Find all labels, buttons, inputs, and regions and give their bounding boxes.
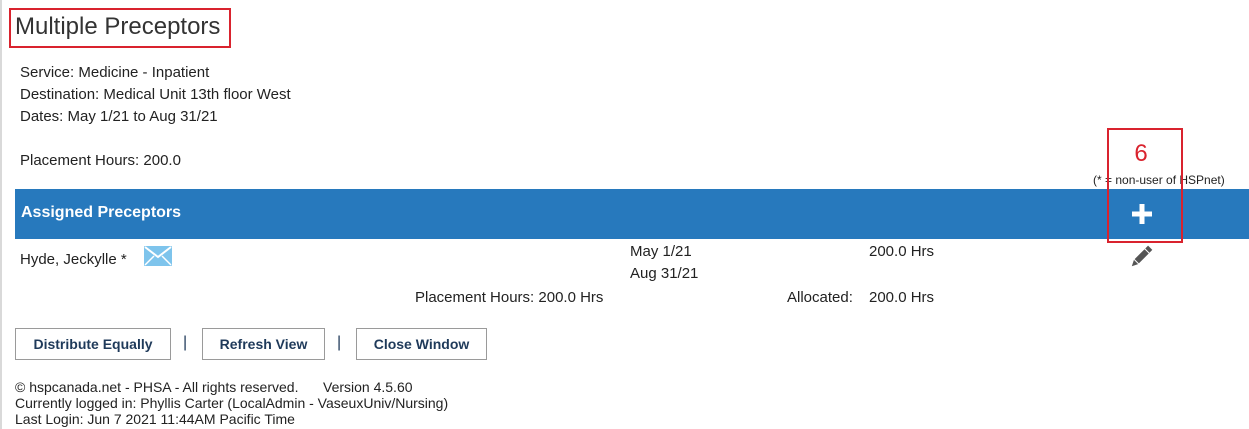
allocated-label: Allocated:	[787, 289, 853, 306]
title-highlight-box	[9, 8, 231, 48]
button-separator: |	[183, 334, 188, 351]
total-placement-hours: Placement Hours: 200.0 Hrs	[415, 289, 604, 306]
logged-in-text: Currently logged in: Phyllis Carter (Loc…	[15, 395, 449, 411]
button-separator: |	[337, 334, 342, 351]
dates-text: Dates: May 1/21 to Aug 31/21	[20, 108, 218, 125]
allocated-value: 200.0 Hrs	[869, 289, 935, 306]
window-left-border	[0, 0, 2, 429]
destination-text: Destination: Medical Unit 13th floor Wes…	[20, 86, 291, 103]
start-date: May 1/21	[630, 243, 692, 260]
assigned-preceptors-header: Assigned Preceptors	[15, 189, 1249, 239]
service-text: Service: Medicine - Inpatient	[20, 64, 210, 81]
pencil-icon[interactable]	[1127, 243, 1155, 271]
distribute-equally-button[interactable]: Distribute Equally	[15, 328, 171, 360]
last-login-text: Last Login: Jun 7 2021 11:44AM Pacific T…	[15, 411, 295, 427]
preceptor-name: Hyde, Jeckylle *	[20, 251, 127, 268]
end-date: Aug 31/21	[630, 265, 699, 282]
copyright-text: © hspcanada.net - PHSA - All rights rese…	[15, 379, 299, 395]
placement-hours-text: Placement Hours: 200.0	[20, 152, 181, 169]
envelope-icon[interactable]	[144, 246, 172, 266]
multiple-preceptors-window: Multiple Preceptors Service: Medicine - …	[0, 0, 1249, 429]
version-text: Version 4.5.60	[323, 379, 413, 395]
refresh-view-button[interactable]: Refresh View	[202, 328, 325, 360]
close-window-button[interactable]: Close Window	[356, 328, 487, 360]
callout-number: 6	[1134, 140, 1148, 167]
preceptor-hours: 200.0 Hrs	[869, 243, 935, 260]
section-title: Assigned Preceptors	[21, 204, 182, 221]
